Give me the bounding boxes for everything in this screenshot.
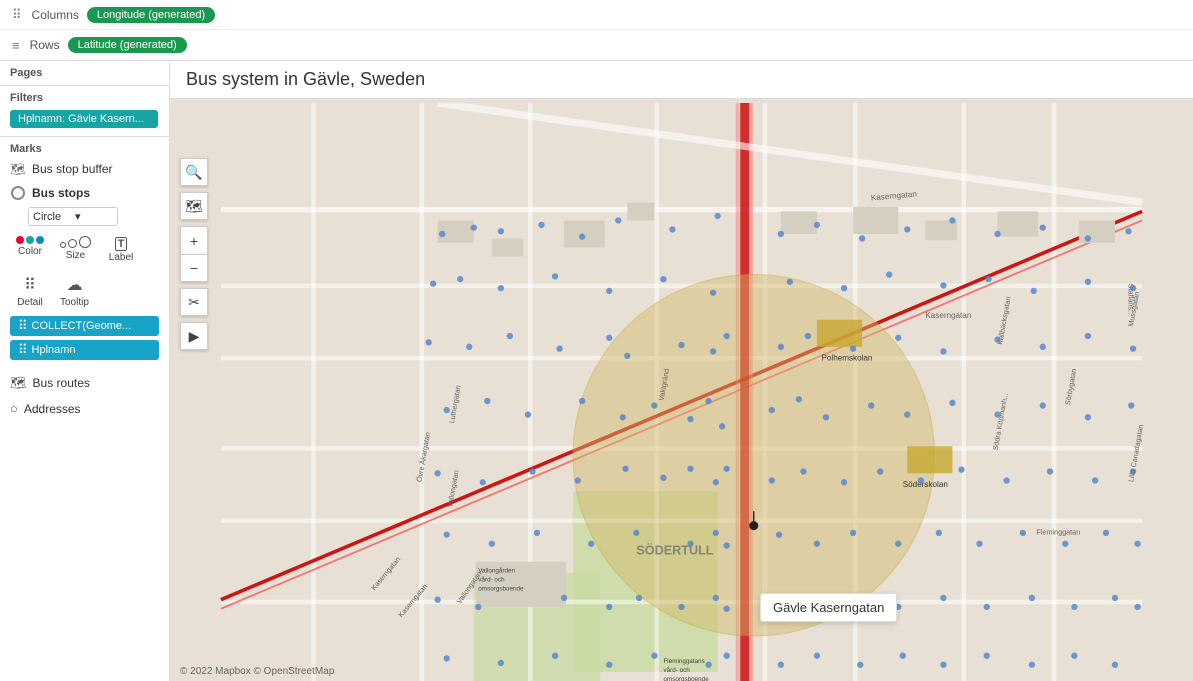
marks-section-header: Marks [0,136,169,157]
color-control[interactable]: Color [10,232,50,267]
mark-item-bus-stop-buffer[interactable]: 🗺 Bus stop buffer [0,157,169,181]
marks-controls-row2: ⠿ Detail ☁ Tooltip [0,269,169,314]
rows-row: ≡ Rows Latitude (generated) [0,30,1193,60]
color-label: Color [18,246,42,257]
svg-text:Staffans...: Staffans... [1127,284,1136,316]
bus-routes-icon: 🗺 [10,375,27,391]
map-attribution: © 2022 Mapbox © OpenStreetMap [180,666,334,677]
shape-select-value: Circle [33,211,71,223]
color-icon [16,236,44,244]
detail-control[interactable]: ⠿ Detail [10,271,50,312]
collect-chip-dots: ⠿ [18,318,28,334]
tooltip-icon: ☁ [66,275,82,295]
zoom-in-button[interactable]: + [180,226,208,254]
svg-text:Polhemskolan: Polhemskolan [821,353,872,362]
rows-icon: ≡ [12,38,20,53]
detail-icon: ⠿ [24,275,36,295]
detail-label: Detail [17,297,43,308]
svg-text:Fleminggatans: Fleminggatans [663,658,704,665]
mark-bus-stop-buffer-label: Bus stop buffer [32,162,113,176]
left-panel: Pages Filters Hplnamn: Gävle Kasern... M… [0,61,170,681]
label-label: Label [109,252,133,263]
label-control[interactable]: T Label [101,232,141,267]
hplnamn-chip-dots: ⠿ [18,342,28,358]
tooltip-label: Tooltip [60,297,89,308]
mark-item-bus-stops[interactable]: Bus stops [0,181,169,205]
svg-text:Kaserngatan: Kaserngatan [925,311,971,320]
filter-chip-hplnamn[interactable]: Hplnamn: Gävle Kasern... [10,110,158,128]
tooltip-control[interactable]: ☁ Tooltip [54,271,95,312]
hplnamn-chip[interactable]: ⠿ Hplnamn [10,340,159,360]
svg-text:SÖDERTULL: SÖDERTULL [636,543,713,558]
size-control[interactable]: Size [54,232,97,267]
play-button[interactable]: ▶ [180,322,208,350]
svg-text:omsorgsboende: omsorgsboende [478,586,524,593]
main-layout: Pages Filters Hplnamn: Gävle Kasern... M… [0,61,1193,681]
hplnamn-chip-label: Hplnamn [32,344,76,356]
columns-value-pill[interactable]: Longitude (generated) [87,7,215,23]
svg-text:vård- och: vård- och [663,666,690,674]
collect-chip-label: COLLECT(Geome... [32,320,132,332]
circle-empty-icon [10,185,26,201]
nav-item-bus-routes[interactable]: 🗺 Bus routes [0,370,169,396]
zoom-out-button[interactable]: − [180,254,208,282]
pages-section-header: Pages [0,61,169,81]
svg-text:vård- och: vård- och [478,576,505,584]
rows-value-pill[interactable]: Latitude (generated) [68,37,187,53]
columns-icon: ⠿ [12,7,22,23]
search-map-button[interactable]: 🔍 [180,158,208,186]
marks-controls-row1: Color Size T Label [0,230,169,269]
top-bar: ⠿ Columns Longitude (generated) ≡ Rows L… [0,0,1193,61]
svg-text:Vallongården: Vallongården [478,567,515,575]
geo-polygon-icon: 🗺 [10,161,26,177]
rows-label: Rows [30,38,60,52]
zoom-controls: + − [180,226,208,282]
size-label: Size [66,250,85,261]
size-icon [60,236,91,248]
shape-dropdown-arrow: ▾ [75,210,113,223]
collect-chip[interactable]: ⠿ COLLECT(Geome... [10,316,159,336]
bus-routes-label: Bus routes [33,376,90,390]
svg-text:Fleminggatan: Fleminggatan [1036,528,1080,537]
mark-bus-stops-label: Bus stops [32,186,90,200]
shape-selector-row: Circle ▾ [0,205,169,230]
edit-map-button[interactable]: ✂ [180,288,208,316]
shape-select-dropdown[interactable]: Circle ▾ [28,207,118,226]
svg-text:omsorgsboende: omsorgsboende [663,676,709,681]
label-icon: T [115,236,128,250]
filters-section-header: Filters [0,85,169,106]
map-area[interactable]: Bus system in Gävle, Sweden [170,61,1193,681]
columns-row: ⠿ Columns Longitude (generated) [0,0,1193,30]
addresses-icon: ○ [10,401,18,416]
columns-label: Columns [32,8,79,22]
map-title: Bus system in Gävle, Sweden [170,61,1193,99]
svg-text:Söderskolan: Söderskolan [903,480,948,489]
layers-button[interactable]: 🗺 [180,192,208,220]
addresses-label: Addresses [24,402,81,416]
nav-item-addresses[interactable]: ○ Addresses [0,396,169,421]
map-container[interactable]: Polhemskolan Söderskolan SÖDERTULL Vallo… [170,103,1193,681]
map-controls: 🔍 🗺 + − ✂ ▶ [180,158,208,350]
map-svg: Polhemskolan Söderskolan SÖDERTULL Vallo… [170,103,1193,681]
